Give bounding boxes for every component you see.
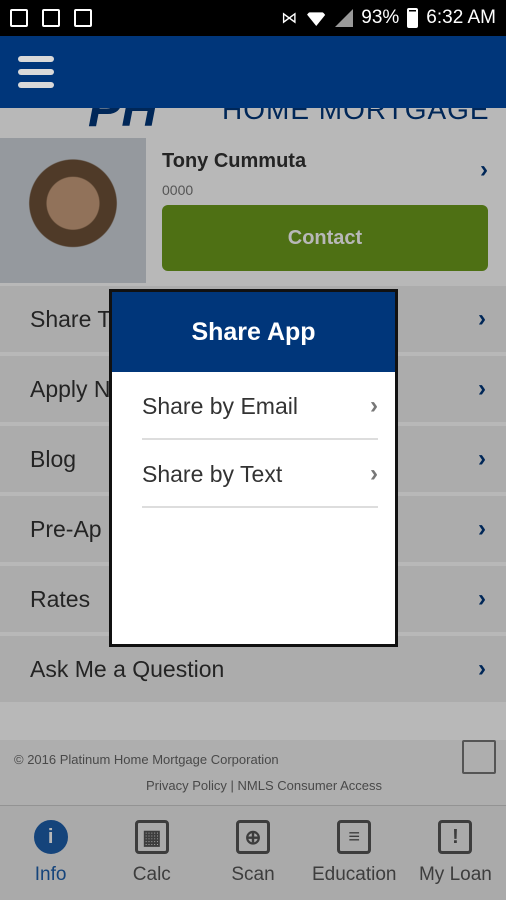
share-by-email-option[interactable]: Share by Email › <box>142 372 378 440</box>
clock: 6:32 AM <box>426 7 496 28</box>
option-label: Share by Email <box>142 392 298 419</box>
wifi-icon <box>305 12 328 26</box>
app-header <box>0 36 506 108</box>
vibrate-icon: ⋈ <box>281 10 298 27</box>
file-notification-icon <box>42 9 60 27</box>
chevron-right-icon: › <box>370 460 378 487</box>
menu-icon[interactable] <box>18 56 54 88</box>
battery-icon <box>407 8 419 28</box>
status-bar: ⋈ 93% 6:32 AM <box>0 0 506 36</box>
signal-icon <box>335 9 354 27</box>
battery-percent: 93% <box>361 7 400 28</box>
option-label: Share by Text <box>142 460 283 487</box>
gallery-notification-icon <box>10 9 28 27</box>
share-by-text-option[interactable]: Share by Text › <box>142 440 378 508</box>
share-app-dialog: Share App Share by Email › Share by Text… <box>109 289 398 647</box>
dialog-title: Share App <box>112 292 395 372</box>
chevron-right-icon: › <box>370 392 378 419</box>
document-notification-icon <box>74 9 92 27</box>
